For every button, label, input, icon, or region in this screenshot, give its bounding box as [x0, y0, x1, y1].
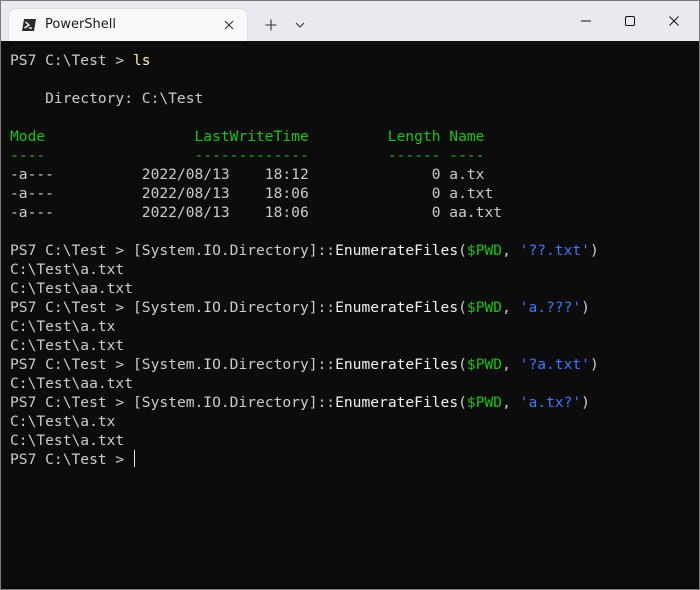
terminal-line: Directory: C:\Test	[10, 89, 699, 108]
terminal-line: C:\Test\a.txt	[10, 336, 699, 355]
tab-title: PowerShell	[45, 17, 117, 32]
tab-powershell[interactable]: PowerShell	[9, 9, 247, 41]
terminal-text: EnumerateFiles	[335, 299, 459, 316]
close-window-button[interactable]	[649, 1, 699, 41]
terminal-line: PS7 C:\Test > ls	[10, 51, 699, 70]
terminal-text: )	[581, 394, 590, 411]
text-cursor	[134, 450, 136, 467]
terminal-text: C:\Test\a.txt	[10, 337, 125, 354]
terminal-text: PS7 C:\Test >	[10, 242, 134, 259]
new-tab-button[interactable]	[259, 13, 283, 37]
terminal-text: 'a.tx?'	[519, 394, 582, 411]
terminal-text: ,	[502, 242, 520, 259]
terminal-line: C:\Test\a.tx	[10, 317, 699, 336]
terminal-line: Mode LastWriteTime Length Name	[10, 127, 699, 146]
tab-close-button[interactable]	[219, 15, 239, 35]
minimize-button[interactable]	[561, 1, 611, 41]
terminal-text: '?a.txt'	[519, 356, 590, 373]
terminal-text: EnumerateFiles	[335, 242, 459, 259]
terminal-line: PS7 C:\Test > [System.IO.Directory]::Enu…	[10, 241, 699, 260]
tab-dropdown-button[interactable]	[289, 13, 311, 37]
terminal-text: [System.IO.Directory]::	[133, 394, 336, 411]
terminal-line: C:\Test\a.tx	[10, 412, 699, 431]
terminal-line: C:\Test\a.txt	[10, 260, 699, 279]
terminal-line: -a--- 2022/08/13 18:06 0 a.txt	[10, 184, 699, 203]
chevron-down-icon	[295, 22, 305, 28]
terminal-text: )	[581, 299, 590, 316]
terminal-text: 'a.???'	[519, 299, 582, 316]
maximize-icon	[625, 16, 635, 26]
terminal-window: PowerShell PS7 C:\Test > ls Directory: C…	[0, 0, 700, 590]
powershell-icon	[21, 17, 37, 33]
terminal-text: ,	[502, 394, 520, 411]
terminal-text: EnumerateFiles	[335, 394, 459, 411]
terminal-text: (	[458, 394, 467, 411]
title-bar: PowerShell	[1, 1, 699, 41]
terminal-text: )	[589, 242, 599, 259]
terminal-text: ,	[502, 299, 520, 316]
close-icon	[224, 20, 234, 30]
terminal-text: C:\Test\a.txt	[10, 432, 125, 449]
terminal-line: PS7 C:\Test > [System.IO.Directory]::Enu…	[10, 298, 699, 317]
terminal-text: (	[458, 356, 467, 373]
terminal-line: PS7 C:\Test > [System.IO.Directory]::Enu…	[10, 355, 699, 374]
terminal-text: PS7 C:\Test >	[10, 52, 134, 69]
terminal-text: $PWD	[466, 356, 503, 373]
terminal-text: $PWD	[466, 299, 503, 316]
terminal-text: C:\Test\a.txt	[10, 261, 125, 278]
terminal-text: EnumerateFiles	[335, 356, 459, 373]
terminal-text: -a--- 2022/08/13 18:06 0 aa.txt	[10, 204, 503, 221]
terminal-text: PS7 C:\Test >	[10, 394, 134, 411]
terminal-line: -a--- 2022/08/13 18:06 0 aa.txt	[10, 203, 699, 222]
terminal-text: (	[458, 242, 467, 259]
terminal-text: C:\Test\a.tx	[10, 318, 116, 335]
terminal-line: ---- ------------- ------ ----	[10, 146, 699, 165]
terminal-text: (	[458, 299, 467, 316]
terminal-text: C:\Test\aa.txt	[10, 375, 134, 392]
terminal-output[interactable]: PS7 C:\Test > ls Directory: C:\Test Mode …	[1, 41, 699, 589]
terminal-text: PS7 C:\Test >	[10, 451, 134, 468]
terminal-line: -a--- 2022/08/13 18:12 0 a.tx	[10, 165, 699, 184]
terminal-text: ,	[502, 356, 520, 373]
terminal-text: [System.IO.Directory]::	[133, 299, 336, 316]
terminal-line: C:\Test\aa.txt	[10, 279, 699, 298]
terminal-line: C:\Test\aa.txt	[10, 374, 699, 393]
terminal-line: PS7 C:\Test >	[10, 450, 699, 469]
close-icon	[669, 16, 679, 26]
terminal-text: ---- ------------- ------ ----	[10, 147, 485, 164]
terminal-text: Mode LastWriteTime Length Name	[10, 128, 485, 145]
maximize-button[interactable]	[605, 1, 655, 41]
terminal-text: [System.IO.Directory]::	[133, 356, 336, 373]
terminal-text: )	[589, 356, 599, 373]
terminal-text: ls	[133, 52, 151, 69]
terminal-text: $PWD	[466, 394, 503, 411]
terminal-text: PS7 C:\Test >	[10, 356, 134, 373]
plus-icon	[265, 19, 277, 31]
terminal-text: -a--- 2022/08/13 18:12 0 a.tx	[10, 166, 485, 183]
terminal-text: Directory: C:\Test	[10, 90, 204, 107]
minimize-icon	[581, 20, 591, 22]
terminal-text: PS7 C:\Test >	[10, 299, 134, 316]
terminal-line: C:\Test\a.txt	[10, 431, 699, 450]
terminal-line: PS7 C:\Test > [System.IO.Directory]::Enu…	[10, 393, 699, 412]
terminal-text: '??.txt'	[519, 242, 590, 259]
terminal-text: C:\Test\aa.txt	[10, 280, 134, 297]
terminal-text: C:\Test\a.tx	[10, 413, 116, 430]
terminal-text: -a--- 2022/08/13 18:06 0 a.txt	[10, 185, 494, 202]
terminal-text: $PWD	[466, 242, 503, 259]
terminal-text: [System.IO.Directory]::	[133, 242, 336, 259]
